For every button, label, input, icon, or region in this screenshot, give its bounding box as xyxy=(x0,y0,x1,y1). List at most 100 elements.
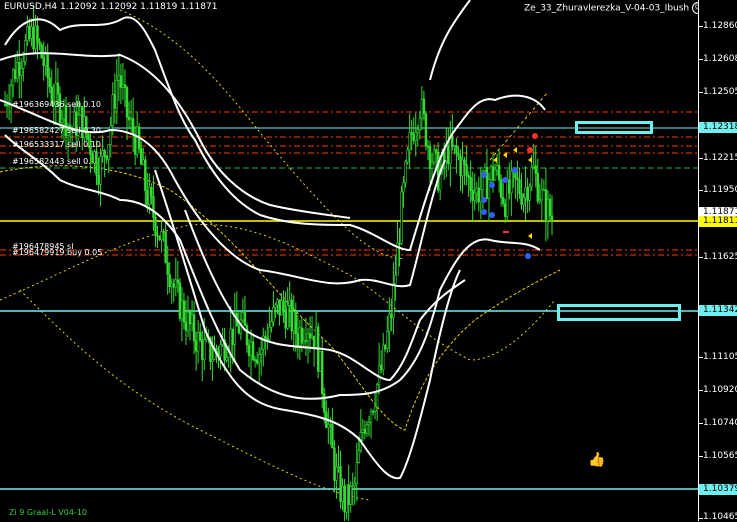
sell-marker xyxy=(513,147,517,153)
candle-body xyxy=(127,116,131,121)
price-tick: 1.12608 xyxy=(703,54,737,64)
candle-body xyxy=(26,25,29,41)
candle-body xyxy=(323,393,326,413)
candle-body xyxy=(168,274,171,287)
candle-body xyxy=(300,327,304,344)
candle-body xyxy=(508,179,511,194)
candle-body xyxy=(477,187,480,203)
order-label[interactable]: #196533317 sell 0.10 xyxy=(12,140,101,149)
candle-body xyxy=(245,325,249,346)
candle-body xyxy=(3,103,7,106)
candle-body xyxy=(36,25,39,42)
ma-fast xyxy=(0,165,561,431)
candle-body xyxy=(46,53,49,79)
candle-body xyxy=(205,336,208,341)
candle-body xyxy=(501,197,505,204)
candle-body xyxy=(225,357,228,361)
candle-body xyxy=(121,84,125,88)
candle-body xyxy=(99,156,102,185)
candle-body xyxy=(546,198,550,222)
candle-body xyxy=(270,321,273,328)
sell-marker xyxy=(528,157,532,163)
order-label[interactable]: #196582443 sell 0. xyxy=(12,157,91,166)
candle-body xyxy=(363,428,367,434)
candle-body xyxy=(93,151,96,164)
candle-body xyxy=(255,359,259,364)
buy-marker xyxy=(489,182,495,188)
candle-body xyxy=(162,231,165,233)
candle-body xyxy=(28,25,31,39)
candle-body xyxy=(318,351,322,372)
candle-body xyxy=(540,189,544,201)
candle-body xyxy=(24,40,27,62)
price-chart[interactable] xyxy=(0,0,698,521)
order-label[interactable]: #196479919 buy 0.05 xyxy=(12,248,102,257)
candle-body xyxy=(211,358,214,362)
candle-body xyxy=(357,450,361,463)
candle-body xyxy=(544,189,548,222)
candle-body xyxy=(160,231,163,240)
candle-body xyxy=(11,69,15,87)
candle-body xyxy=(284,309,287,329)
candle-body xyxy=(184,321,188,331)
thumbs-up-icon[interactable]: 👍 xyxy=(588,452,605,468)
candle-body xyxy=(331,424,334,449)
candle-body xyxy=(95,151,98,176)
candle-body xyxy=(473,192,476,201)
price-tick: 1.11105 xyxy=(703,352,737,362)
candle-body xyxy=(341,485,344,502)
candle-body xyxy=(194,340,198,352)
candle-body xyxy=(278,299,281,316)
candle-body xyxy=(392,283,395,318)
candle-body xyxy=(489,166,493,180)
candle-body xyxy=(379,364,383,370)
level-middle-button[interactable] xyxy=(557,304,681,321)
candle-body xyxy=(142,159,145,165)
candle-body xyxy=(178,282,182,319)
candle-body xyxy=(365,424,369,434)
candle-body xyxy=(504,203,507,217)
level-upper-button[interactable] xyxy=(575,121,653,134)
order-label[interactable]: #196369436 sell 0.10 xyxy=(12,100,101,109)
chart-area[interactable]: EURUSD,H4 1.12092 1.12092 1.11819 1.1187… xyxy=(0,0,698,521)
candle-body xyxy=(430,161,434,170)
candle-body xyxy=(131,118,135,136)
sell-entry-marker xyxy=(527,147,533,153)
candle-body xyxy=(414,131,417,141)
price-tick: 1.12215 xyxy=(703,153,737,163)
candle-body xyxy=(16,61,19,79)
candle-body xyxy=(262,335,265,350)
buy-marker xyxy=(525,253,531,259)
candle-body xyxy=(382,345,385,370)
order-label[interactable]: #196582427 sell 0.30 xyxy=(12,126,101,135)
sell-marker xyxy=(493,157,497,163)
candle-body xyxy=(497,164,501,181)
candle-body xyxy=(487,179,491,199)
candle-body xyxy=(172,283,175,288)
candle-body xyxy=(241,312,245,321)
candle-body xyxy=(158,235,161,240)
candle-body xyxy=(135,126,139,155)
candle-body xyxy=(48,77,51,88)
price-scale[interactable]: 1.12860 1.12608 1.12505 1.12215 1.11950 … xyxy=(698,0,737,522)
candle-body xyxy=(286,305,289,329)
candle-body xyxy=(123,84,127,88)
candle-body xyxy=(20,68,23,76)
candle-body xyxy=(457,153,460,157)
candle-body xyxy=(327,424,330,428)
candle-body xyxy=(455,145,458,154)
candle-body xyxy=(60,118,64,123)
candle-body xyxy=(199,331,202,341)
candle-body xyxy=(170,283,173,287)
candle-body xyxy=(34,25,37,50)
candle-body xyxy=(115,79,119,109)
candle-body xyxy=(148,187,151,206)
buy-marker xyxy=(489,212,495,218)
candle-body xyxy=(304,340,308,342)
candle-body xyxy=(176,279,180,284)
candle-body xyxy=(119,75,123,88)
candle-body xyxy=(483,166,487,172)
candle-body xyxy=(467,175,470,178)
candle-body xyxy=(44,53,47,66)
candle-body xyxy=(192,314,196,342)
